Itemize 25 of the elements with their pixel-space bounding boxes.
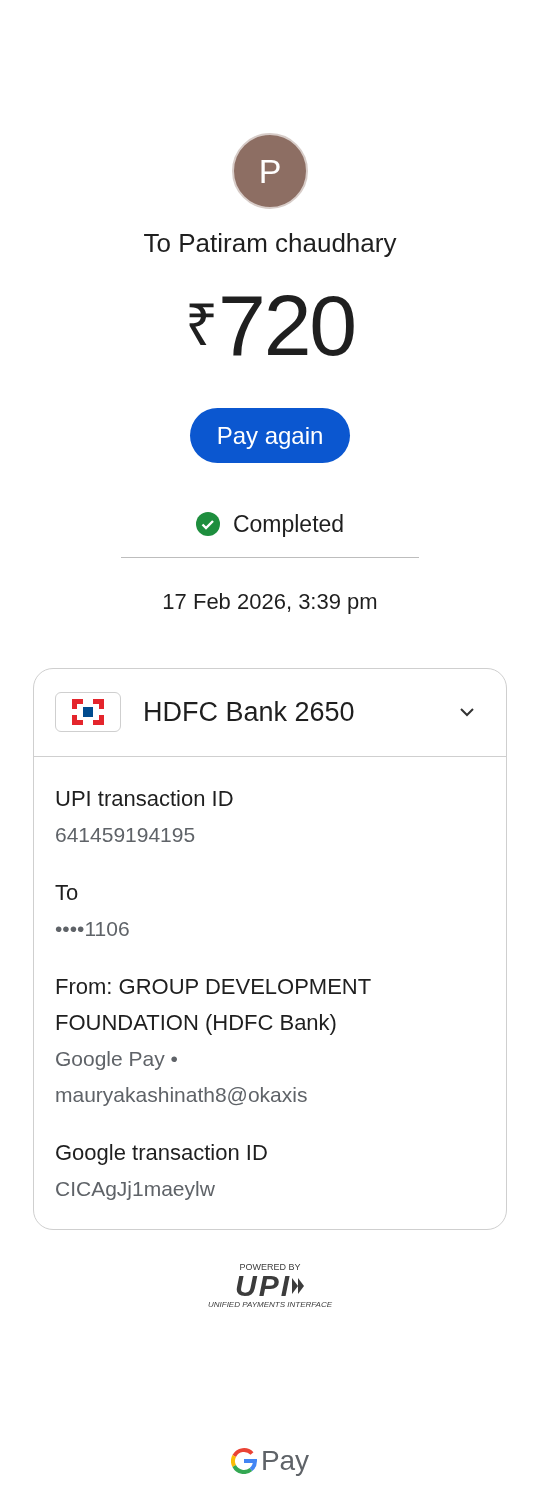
detail-label: UPI transaction ID (55, 784, 235, 813)
detail-label: To (55, 878, 80, 907)
detail-value: 641459194195 (55, 821, 197, 848)
detail-value: ••••1106 (55, 915, 131, 942)
avatar: P (232, 133, 308, 209)
detail-label: Google transaction ID (55, 1138, 269, 1167)
currency-symbol: ₹ (184, 296, 218, 354)
pay-again-button[interactable]: Pay again (189, 408, 351, 463)
upi-powered-by: POWERED BY (239, 1261, 301, 1272)
detail-value: Google Pay • (55, 1045, 179, 1072)
arrow-icon (291, 1276, 305, 1295)
detail-value: mauryakashinath8@okaxis (55, 1081, 309, 1108)
upi-tagline: UNIFIED PAYMENTS INTERFACE (208, 1299, 332, 1309)
bank-account: HDFC Bank 2650 (143, 695, 356, 729)
google-pay-brand: Pay (260, 1444, 310, 1478)
chevron-icon[interactable] (459, 707, 475, 717)
bank-logo-icon (55, 692, 121, 732)
transaction-date: 17 Feb 2026, 3:39 pm (162, 587, 378, 616)
google-g-icon (230, 1448, 257, 1474)
status-label: Completed (232, 510, 345, 539)
upi-mark: UPI (235, 1271, 291, 1300)
payee-name: To Patiram chaudhary (143, 227, 397, 260)
detail-value: CICAgJj1maeylw (55, 1175, 216, 1202)
amount: 720 (217, 282, 355, 368)
detail-label: From: GROUP DEVELOPMENT FOUNDATION (HDFC Bank) (55, 972, 372, 1037)
